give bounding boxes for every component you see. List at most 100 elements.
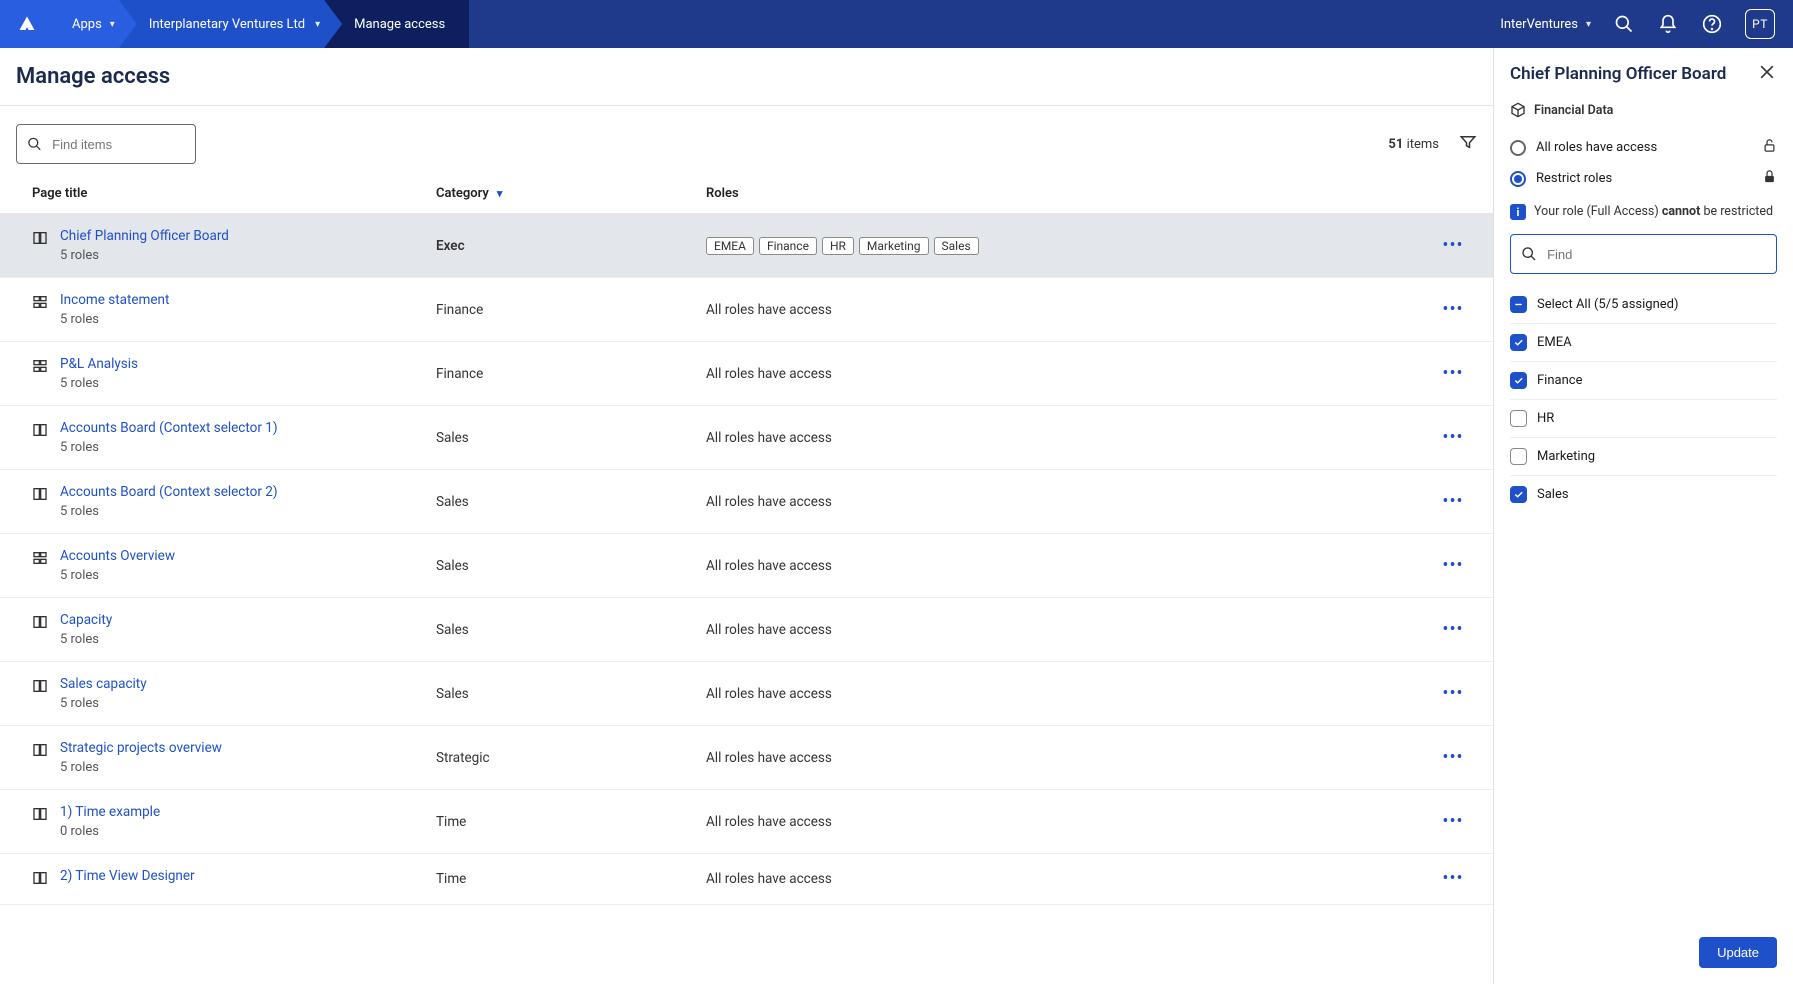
role-label: Marketing (1537, 449, 1595, 464)
row-actions-button[interactable]: ••• (1429, 429, 1477, 447)
filter-icon (1459, 133, 1477, 151)
row-actions-button[interactable]: ••• (1429, 557, 1477, 575)
row-category: Sales (436, 558, 706, 574)
side-search-box[interactable] (1510, 234, 1777, 274)
row-subtitle: 5 roles (60, 760, 222, 775)
row-category: Exec (436, 238, 706, 254)
table-row[interactable]: Chief Planning Officer Board5 rolesExecE… (0, 214, 1493, 278)
row-roles: All roles have access (706, 871, 1429, 887)
row-actions-button[interactable]: ••• (1429, 870, 1477, 888)
role-checkbox-row[interactable]: Finance (1510, 361, 1777, 399)
row-subtitle: 5 roles (60, 504, 278, 519)
row-actions-button[interactable]: ••• (1429, 621, 1477, 639)
user-avatar[interactable]: PT (1745, 9, 1775, 39)
checkbox-checked-icon (1510, 334, 1527, 351)
row-subtitle: 5 roles (60, 312, 169, 327)
role-checkbox-row[interactable]: Sales (1510, 475, 1777, 513)
module-label: Financial Data (1510, 102, 1777, 132)
update-button[interactable]: Update (1699, 937, 1777, 968)
notifications-button[interactable] (1657, 13, 1679, 35)
table-row[interactable]: Income statement5 rolesFinanceAll roles … (0, 278, 1493, 342)
main-content: Manage access 51 items Page title Catego… (0, 48, 1493, 984)
column-roles: Roles (706, 186, 1429, 201)
role-list: EMEA Finance HR Marketing Sales (1510, 323, 1777, 513)
breadcrumb-org[interactable]: Interplanetary Ventures Ltd ▾ (119, 0, 344, 48)
row-title-link[interactable]: P&L Analysis (60, 356, 138, 372)
checkbox-unchecked-icon (1510, 410, 1527, 427)
row-title-link[interactable]: 1) Time example (60, 804, 160, 820)
row-title-link[interactable]: 2) Time View Designer (60, 868, 195, 884)
row-title-link[interactable]: Chief Planning Officer Board (60, 228, 229, 244)
side-search-input[interactable] (1547, 247, 1766, 262)
row-actions-button[interactable]: ••• (1429, 493, 1477, 511)
table-row[interactable]: Accounts Board (Context selector 1)5 rol… (0, 406, 1493, 470)
row-subtitle: 5 roles (60, 696, 147, 711)
row-title-link[interactable]: Accounts Overview (60, 548, 175, 564)
unlock-icon (1762, 138, 1777, 157)
table-row[interactable]: Sales capacity5 rolesSalesAll roles have… (0, 662, 1493, 726)
row-roles: All roles have access (706, 558, 1429, 574)
search-icon (27, 135, 42, 153)
radio-restrict-roles[interactable]: Restrict roles (1510, 163, 1777, 194)
table-row[interactable]: P&L Analysis5 rolesFinanceAll roles have… (0, 342, 1493, 406)
row-title-link[interactable]: Accounts Board (Context selector 1) (60, 420, 278, 436)
row-title-link[interactable]: Accounts Board (Context selector 2) (60, 484, 278, 500)
table-row[interactable]: Accounts Board (Context selector 2) 5 rol… (0, 470, 1493, 534)
row-actions-button[interactable]: ••• (1429, 813, 1477, 831)
row-roles: All roles have access (706, 814, 1429, 830)
help-button[interactable] (1701, 13, 1723, 35)
column-category[interactable]: Category ▾ (436, 186, 706, 201)
role-checkbox-row[interactable]: Marketing (1510, 437, 1777, 475)
radio-all-roles[interactable]: All roles have access (1510, 132, 1777, 163)
close-icon (1757, 62, 1777, 82)
avatar-initials: PT (1752, 17, 1768, 31)
logo-icon (18, 15, 36, 33)
breadcrumb-apps-label: Apps (72, 17, 102, 32)
select-all-checkbox[interactable]: Select All (5/5 assigned) (1510, 288, 1777, 323)
row-roles: All roles have access (706, 686, 1429, 702)
row-title-link[interactable]: Sales capacity (60, 676, 147, 692)
top-nav: Apps ▾ Interplanetary Ventures Ltd ▾ Man… (0, 0, 1793, 48)
report-icon (32, 358, 48, 378)
row-subtitle: 0 roles (60, 824, 160, 839)
search-box[interactable] (16, 124, 196, 164)
row-title-link[interactable]: Strategic projects overview (60, 740, 222, 756)
checkbox-indeterminate-icon (1510, 296, 1527, 313)
row-actions-button[interactable]: ••• (1429, 749, 1477, 767)
close-button[interactable] (1757, 62, 1777, 86)
search-button[interactable] (1613, 13, 1635, 35)
board-icon (32, 422, 48, 442)
table-row[interactable]: Capacity5 rolesSalesAll roles have acces… (0, 598, 1493, 662)
row-actions-button[interactable]: ••• (1429, 301, 1477, 319)
row-actions-button[interactable]: ••• (1429, 237, 1477, 255)
row-actions-button[interactable]: ••• (1429, 365, 1477, 383)
role-label: HR (1537, 411, 1554, 426)
role-checkbox-row[interactable]: HR (1510, 399, 1777, 437)
table-row[interactable]: 2) Time View DesignerTimeAll roles have … (0, 854, 1493, 905)
help-icon (1702, 14, 1722, 34)
table-row[interactable]: Accounts Overview5 rolesSalesAll roles h… (0, 534, 1493, 598)
board-icon (32, 678, 48, 698)
role-tag: Marketing (859, 237, 929, 255)
row-title-link[interactable]: Income statement (60, 292, 169, 308)
filter-button[interactable] (1459, 133, 1477, 155)
search-input[interactable] (52, 137, 185, 152)
board-icon (32, 486, 48, 506)
radio-icon (1510, 140, 1526, 156)
app-logo[interactable] (0, 0, 54, 48)
table-row[interactable]: 1) Time example0 rolesTimeAll roles have… (0, 790, 1493, 854)
row-roles: All roles have access (706, 494, 1429, 510)
table-row[interactable]: Strategic projects overview5 rolesStrate… (0, 726, 1493, 790)
workspace-switcher[interactable]: InterVentures ▾ (1500, 17, 1591, 32)
info-message: i Your role (Full Access) cannot be rest… (1510, 194, 1777, 234)
row-title-link[interactable]: Capacity (60, 612, 112, 628)
row-actions-button[interactable]: ••• (1429, 685, 1477, 703)
role-tag: Finance (759, 237, 817, 255)
board-icon (32, 870, 48, 890)
report-icon (32, 550, 48, 570)
role-label: EMEA (1537, 335, 1572, 350)
breadcrumb-current-label: Manage access (354, 17, 445, 32)
row-roles: All roles have access (706, 302, 1429, 318)
role-checkbox-row[interactable]: EMEA (1510, 323, 1777, 361)
search-icon (1521, 245, 1537, 263)
